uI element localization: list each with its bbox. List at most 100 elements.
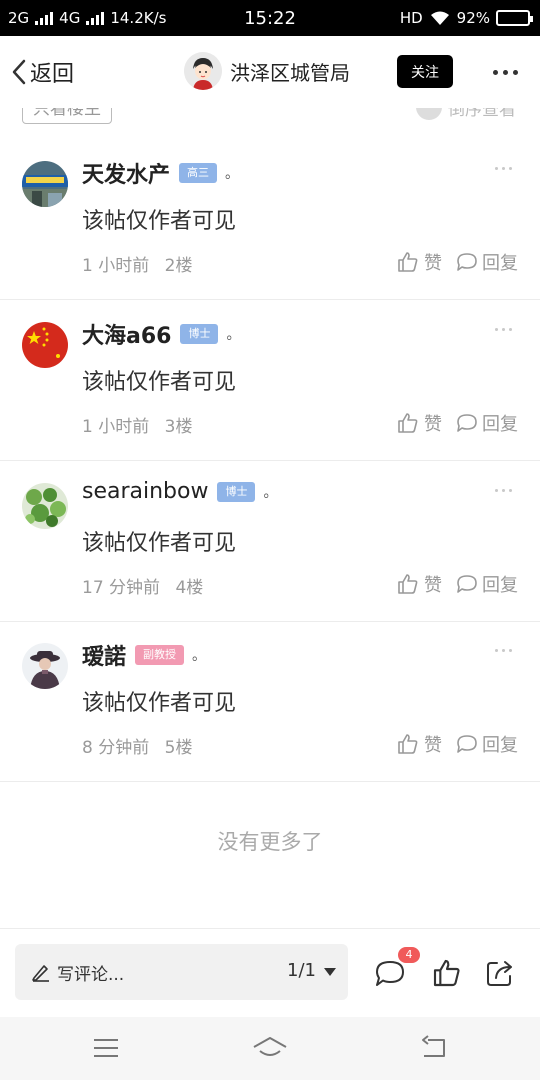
- user-avatar[interactable]: [22, 643, 68, 689]
- wifi-icon: [430, 11, 449, 25]
- thumbs-up-icon: [398, 252, 418, 272]
- user-suffix: 。: [192, 648, 207, 664]
- reply-content: 该帖仅作者可见: [82, 209, 237, 234]
- reply-label: 回复: [482, 735, 518, 756]
- page-indicator[interactable]: 1/1: [287, 960, 316, 981]
- user-info: 大海a66 博士 。: [82, 318, 240, 350]
- comment-input[interactable]: 写评论... 1/1: [15, 944, 348, 1000]
- chevron-left-icon: [12, 59, 26, 85]
- more-dots-icon[interactable]: [495, 649, 512, 652]
- account-info[interactable]: 洪泽区城管局: [184, 52, 350, 90]
- reply-meta: 1 小时前 3楼: [82, 412, 192, 437]
- reply-content: 该帖仅作者可见: [82, 531, 237, 556]
- user-info: 瑷諾 副教授 。: [82, 639, 206, 671]
- reply-actions: 赞 回复: [396, 571, 518, 597]
- reply-item: 天发水产 高三 。 该帖仅作者可见 1 小时前 2楼 赞 回复: [0, 139, 540, 300]
- reply-actions: 赞 回复: [396, 249, 518, 275]
- like-button[interactable]: 赞: [396, 571, 442, 597]
- reply-time: 1 小时前: [82, 256, 150, 276]
- comment-bubble-icon[interactable]: [374, 959, 406, 989]
- like-button[interactable]: 赞: [396, 731, 442, 757]
- more-dots-icon[interactable]: [495, 489, 512, 492]
- reply-button[interactable]: 回复: [456, 571, 518, 597]
- reply-button[interactable]: 回复: [456, 410, 518, 436]
- comment-bubble-icon: [457, 414, 477, 432]
- username[interactable]: 大海a66: [82, 318, 171, 350]
- user-suffix: 。: [226, 327, 241, 343]
- reply-time: 8 分钟前: [82, 738, 150, 758]
- reply-meta: 17 分钟前 4楼: [82, 573, 203, 598]
- only-op-button[interactable]: 只看楼主: [22, 108, 112, 124]
- battery-percent: 92%: [456, 9, 490, 27]
- thumbs-up-icon: [398, 574, 418, 594]
- top-navigation: 返回 洪泽区城管局 关注: [0, 36, 540, 108]
- comment-placeholder: 写评论...: [57, 965, 125, 985]
- user-info: searainbow 博士 。: [82, 479, 277, 504]
- reply-item: 大海a66 博士 。 该帖仅作者可见 1 小时前 3楼 赞 回复: [0, 300, 540, 461]
- username[interactable]: searainbow: [82, 479, 208, 504]
- filter-row: 只看楼主 倒序查看: [0, 108, 540, 128]
- reply-label: 回复: [482, 414, 518, 435]
- reply-button[interactable]: 回复: [456, 731, 518, 757]
- reply-actions: 赞 回复: [396, 731, 518, 757]
- home-icon[interactable]: [252, 1035, 288, 1061]
- reply-actions: 赞 回复: [396, 410, 518, 436]
- reply-floor: 3楼: [164, 417, 193, 437]
- level-badge: 博士: [217, 481, 256, 502]
- status-right: HD 92%: [399, 9, 533, 27]
- thumbs-up-icon: [398, 413, 418, 433]
- reply-meta: 1 小时前 2楼: [82, 251, 192, 276]
- menu-icon[interactable]: [92, 1035, 120, 1061]
- reply-time: 1 小时前: [82, 417, 150, 437]
- like-label: 赞: [424, 414, 442, 435]
- reply-label: 回复: [482, 575, 518, 596]
- thumbs-up-icon: [398, 734, 418, 754]
- like-button[interactable]: 赞: [396, 410, 442, 436]
- reply-floor: 5楼: [164, 738, 193, 758]
- reply-floor: 2楼: [164, 256, 193, 276]
- level-badge: 高三: [179, 163, 218, 183]
- more-dots-icon[interactable]: [495, 167, 512, 170]
- comment-count-badge: 4: [398, 947, 420, 963]
- user-avatar[interactable]: [22, 322, 68, 368]
- like-button[interactable]: 赞: [396, 249, 442, 275]
- user-suffix: 。: [263, 484, 278, 501]
- more-dots-icon[interactable]: [493, 70, 518, 75]
- back-button[interactable]: 返回: [10, 56, 74, 88]
- reverse-order-button[interactable]: 倒序查看: [416, 108, 516, 120]
- like-label: 赞: [424, 735, 442, 756]
- user-avatar[interactable]: [22, 483, 68, 529]
- hd-label: HD: [399, 9, 423, 27]
- account-avatar[interactable]: [184, 52, 222, 90]
- reply-label: 回复: [482, 253, 518, 274]
- battery-icon: [496, 10, 533, 26]
- comment-bubble-icon: [457, 735, 477, 753]
- back-icon[interactable]: [420, 1035, 448, 1061]
- follow-button[interactable]: 关注: [397, 55, 453, 88]
- username[interactable]: 瑷諾: [82, 639, 126, 671]
- reply-content: 该帖仅作者可见: [82, 691, 237, 716]
- reply-meta: 8 分钟前 5楼: [82, 733, 192, 758]
- chevron-down-icon[interactable]: [324, 968, 336, 976]
- like-label: 赞: [424, 575, 442, 596]
- reply-floor: 4楼: [175, 578, 204, 598]
- reply-item: 瑷諾 副教授 。 该帖仅作者可见 8 分钟前 5楼 赞 回复: [0, 621, 540, 782]
- pen-icon: [32, 965, 49, 982]
- comment-bubble-icon: [457, 575, 477, 593]
- sort-icon: [416, 108, 442, 120]
- level-badge: 博士: [180, 324, 219, 344]
- like-label: 赞: [424, 253, 442, 274]
- no-more-label: 没有更多了: [217, 830, 323, 854]
- share-icon[interactable]: [484, 957, 516, 989]
- bottom-comment-bar: 写评论... 1/1 4: [0, 928, 540, 1017]
- reply-time: 17 分钟前: [82, 578, 161, 598]
- back-label: 返回: [30, 62, 75, 87]
- user-avatar[interactable]: [22, 161, 68, 207]
- reply-button[interactable]: 回复: [456, 249, 518, 275]
- account-name: 洪泽区城管局: [230, 60, 350, 85]
- more-dots-icon[interactable]: [495, 328, 512, 331]
- level-badge: 副教授: [135, 645, 185, 665]
- username[interactable]: 天发水产: [82, 157, 170, 189]
- status-bar: 2G 4G 14.2K/s 15:22 HD 92%: [0, 0, 540, 36]
- thumbs-up-icon[interactable]: [431, 957, 463, 989]
